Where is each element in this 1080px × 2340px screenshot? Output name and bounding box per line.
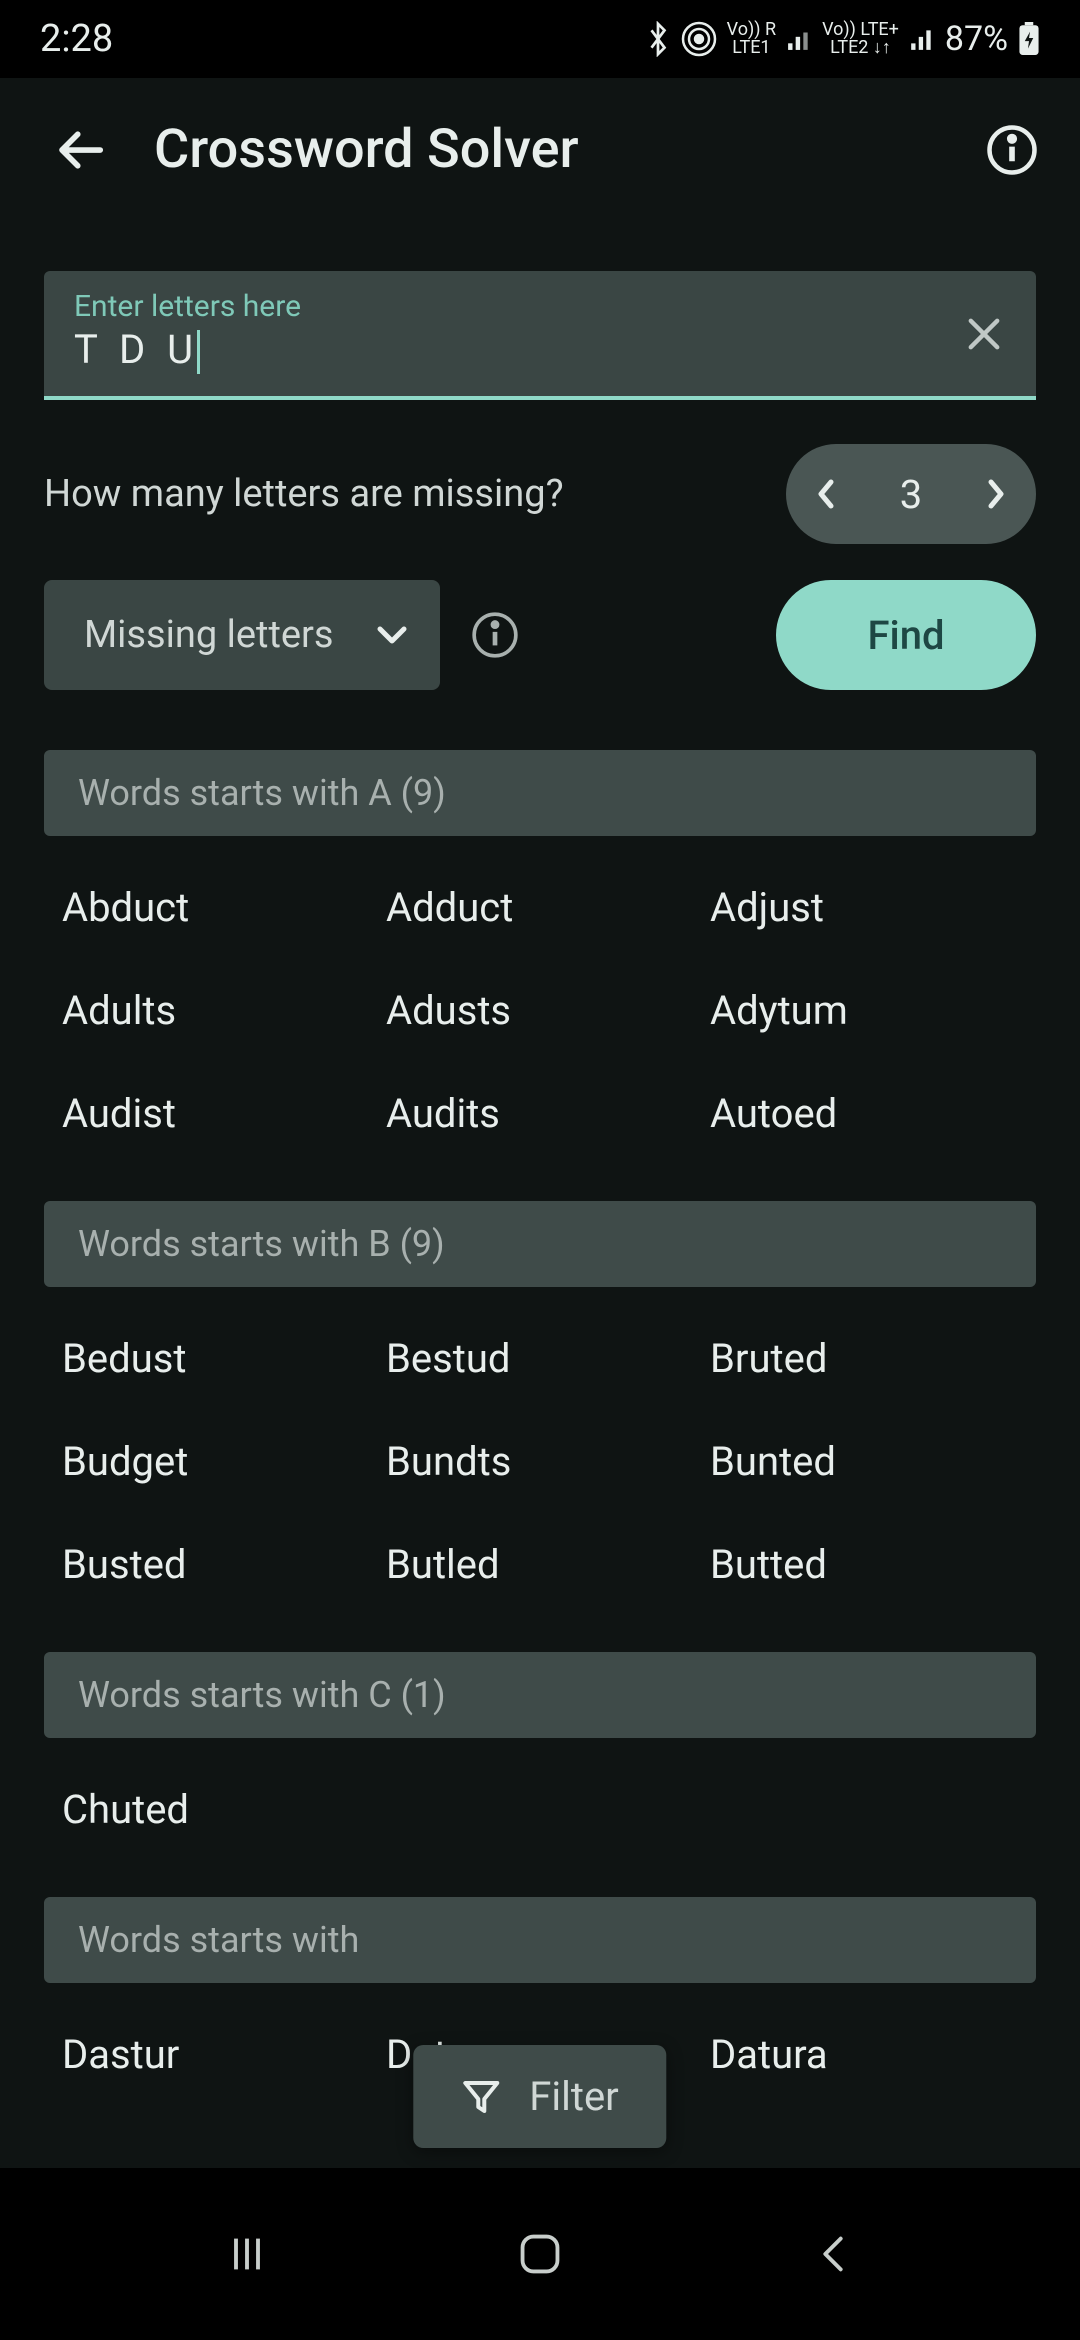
- chevron-down-icon: [374, 623, 410, 647]
- status-indicators: Vo)) R LTE1 Vo)) LTE+ LTE2 ↓↑ 87%: [645, 19, 1040, 59]
- result-word[interactable]: Butted: [710, 1541, 1024, 1588]
- result-word[interactable]: Bedust: [62, 1335, 376, 1382]
- result-word[interactable]: Dastur: [62, 2031, 376, 2078]
- section-header: Words starts with B (9): [44, 1201, 1036, 1287]
- result-word[interactable]: Adults: [62, 987, 376, 1034]
- dropdown-label: Missing letters: [84, 613, 334, 657]
- stepper-decrease[interactable]: [786, 444, 866, 544]
- filter-label: Filter: [529, 2073, 618, 2120]
- battery-icon: [1018, 22, 1040, 56]
- result-word[interactable]: Bestud: [386, 1335, 700, 1382]
- result-word[interactable]: Abduct: [62, 884, 376, 931]
- result-word[interactable]: Chuted: [62, 1786, 376, 1833]
- nav-home[interactable]: [480, 2214, 600, 2294]
- missing-question: How many letters are missing?: [44, 472, 766, 516]
- result-word[interactable]: Autoed: [710, 1090, 1024, 1137]
- word-grid: Chuted: [44, 1738, 1036, 1881]
- result-word[interactable]: Bunted: [710, 1438, 1024, 1485]
- result-word[interactable]: Butled: [386, 1541, 700, 1588]
- word-grid: AbductAdductAdjust AdultsAdustsAdytum Audi…: [44, 836, 1036, 1185]
- result-word[interactable]: Adjust: [710, 884, 1024, 931]
- result-word[interactable]: Datura: [710, 2031, 1024, 2078]
- result-word[interactable]: Audits: [386, 1090, 700, 1137]
- bluetooth-icon: [645, 21, 671, 57]
- filter-button[interactable]: Filter: [413, 2045, 666, 2148]
- section-header: Words starts with: [44, 1897, 1036, 1983]
- result-word[interactable]: Budget: [62, 1438, 376, 1485]
- system-navbar: [0, 2168, 1080, 2340]
- sim2-indicator: Vo)) LTE+ LTE2 ↓↑: [822, 21, 899, 57]
- nav-recent[interactable]: [187, 2214, 307, 2294]
- battery-text: 87%: [945, 19, 1008, 59]
- section-header: Words starts with C (1): [44, 1652, 1036, 1738]
- result-word[interactable]: Busted: [62, 1541, 376, 1588]
- stepper-increase[interactable]: [956, 444, 1036, 544]
- back-button[interactable]: [50, 120, 110, 180]
- info-button[interactable]: [984, 122, 1040, 178]
- result-word[interactable]: Audist: [62, 1090, 376, 1137]
- hotspot-icon: [681, 21, 717, 57]
- word-grid: BedustBestudBruted BudgetBundtsBunted Bust…: [44, 1287, 1036, 1636]
- page-title: Crossword Solver: [154, 118, 940, 181]
- app-header: Crossword Solver: [0, 78, 1080, 231]
- status-bar: 2:28 Vo)) R LTE1 Vo)) LTE+ LTE2 ↓↑ 87%: [0, 0, 1080, 78]
- section-header: Words starts with A (9): [44, 750, 1036, 836]
- missing-stepper: 3: [786, 444, 1036, 544]
- mode-dropdown[interactable]: Missing letters: [44, 580, 440, 690]
- result-word[interactable]: Adusts: [386, 987, 700, 1034]
- nav-back[interactable]: [773, 2214, 893, 2294]
- clear-input-button[interactable]: [962, 312, 1006, 356]
- input-value: T D U: [74, 326, 1006, 374]
- result-word[interactable]: Adytum: [710, 987, 1024, 1034]
- status-time: 2:28: [40, 17, 113, 61]
- signal2-icon: [909, 26, 935, 52]
- result-word[interactable]: Bruted: [710, 1335, 1024, 1382]
- find-button[interactable]: Find: [776, 580, 1036, 690]
- sim1-indicator: Vo)) R LTE1: [727, 21, 776, 57]
- stepper-value: 3: [866, 471, 956, 518]
- mode-info-button[interactable]: [466, 606, 524, 664]
- letters-input[interactable]: Enter letters here T D U: [44, 271, 1036, 400]
- result-word[interactable]: Bundts: [386, 1438, 700, 1485]
- input-label: Enter letters here: [74, 289, 1006, 324]
- signal1-icon: [786, 26, 812, 52]
- filter-icon: [461, 2077, 501, 2117]
- results-list: Words starts with A (9)AbductAdductAdjus…: [44, 750, 1036, 2126]
- result-word[interactable]: Adduct: [386, 884, 700, 931]
